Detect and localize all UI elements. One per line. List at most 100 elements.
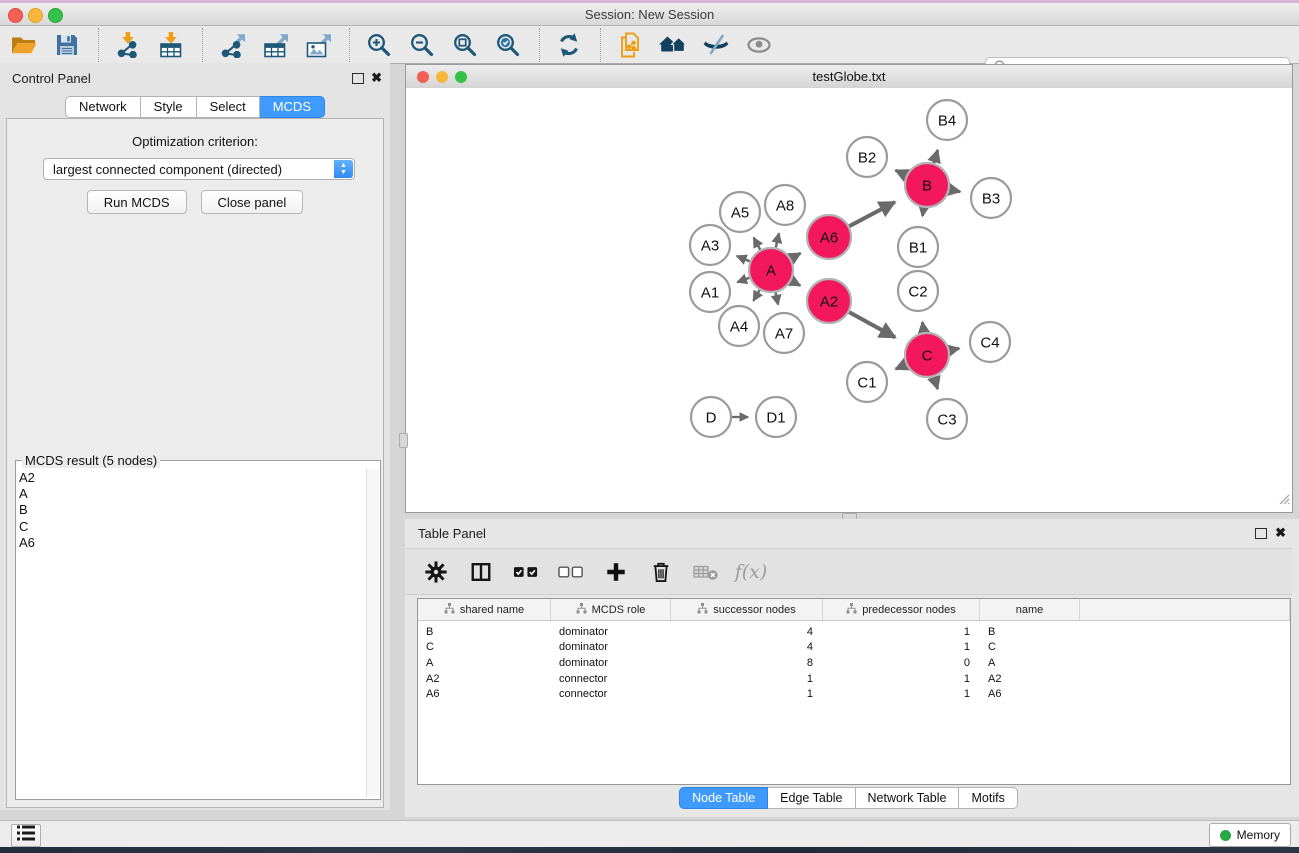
edge-A-A4[interactable] — [753, 290, 759, 301]
refresh-button[interactable] — [549, 29, 589, 61]
hide-show-button[interactable] — [696, 29, 736, 61]
edge-C-C3[interactable] — [934, 377, 938, 389]
edge-A6-B[interactable] — [849, 202, 895, 226]
table-row[interactable]: A6connector11A6 — [418, 686, 1290, 702]
close-panel-button[interactable]: Close panel — [201, 190, 304, 214]
tab-node-table[interactable]: Node Table — [679, 787, 768, 809]
edge-C-C2[interactable] — [922, 322, 923, 332]
checkbox-unchecked-pair-button[interactable] — [558, 557, 584, 587]
edge-A-A5[interactable] — [754, 238, 761, 250]
edge-A-A6[interactable] — [791, 253, 801, 258]
tab-network-table[interactable]: Network Table — [856, 787, 960, 809]
column-header-successor-nodes[interactable]: successor nodes — [671, 599, 823, 620]
cell-predecessor-nodes[interactable]: 1 — [823, 688, 980, 700]
column-header-MCDS-role[interactable]: MCDS role — [551, 599, 671, 620]
cell-successor-nodes[interactable]: 1 — [671, 688, 823, 700]
table-row[interactable]: Bdominator41B — [418, 624, 1290, 640]
column-header-shared-name[interactable]: shared name — [418, 599, 551, 620]
run-mcds-button[interactable]: Run MCDS — [87, 190, 187, 214]
cell-shared-name[interactable]: A2 — [418, 673, 551, 685]
gear-button[interactable] — [423, 557, 449, 587]
table-row[interactable]: A2connector11A2 — [418, 671, 1290, 687]
column-header-predecessor-nodes[interactable]: predecessor nodes — [823, 599, 980, 620]
home-button[interactable] — [653, 29, 693, 61]
cell-shared-name[interactable]: A — [418, 657, 551, 669]
eye-button[interactable] — [739, 29, 779, 61]
cell-predecessor-nodes[interactable]: 1 — [823, 626, 980, 638]
edge-B-B2[interactable] — [896, 170, 907, 175]
task-history-button[interactable] — [11, 824, 41, 847]
mcds-result-item[interactable]: B — [19, 502, 364, 518]
network-window-titlebar[interactable]: testGlobe.txt — [406, 65, 1292, 89]
resize-grip-icon[interactable] — [1276, 491, 1290, 510]
edge-C-C1[interactable] — [896, 364, 906, 369]
edge-B-B3[interactable] — [950, 190, 961, 192]
memory-button[interactable]: Memory — [1209, 823, 1291, 847]
cell-MCDS-role[interactable]: dominator — [551, 657, 671, 669]
cell-name[interactable]: C — [980, 641, 1080, 653]
zoom-in-button[interactable] — [359, 29, 399, 61]
tab-network[interactable]: Network — [65, 96, 141, 118]
cell-predecessor-nodes[interactable]: 0 — [823, 657, 980, 669]
edge-A2-C[interactable] — [849, 312, 895, 337]
cell-name[interactable]: A6 — [980, 688, 1080, 700]
mcds-result-item[interactable]: A2 — [19, 470, 364, 486]
network-canvas[interactable]: B4B2BB3A8A5A6A3B1AA1C2A2A4A7C4CC1C3DD1 — [406, 88, 1292, 512]
result-scrollbar[interactable] — [366, 469, 379, 797]
cell-successor-nodes[interactable]: 4 — [671, 641, 823, 653]
close-panel-icon[interactable]: ✖ — [371, 70, 382, 86]
edge-B-B4[interactable] — [934, 150, 938, 163]
edge-A-A3[interactable] — [737, 256, 750, 261]
tab-style[interactable]: Style — [141, 96, 197, 118]
tab-edge-table[interactable]: Edge Table — [768, 787, 855, 809]
plus-button[interactable] — [603, 557, 629, 587]
tab-select[interactable]: Select — [197, 96, 260, 118]
edge-A-A7[interactable] — [776, 293, 779, 305]
criterion-dropdown[interactable]: largest connected component (directed) ▲… — [43, 158, 355, 180]
app-titlebar[interactable]: Session: New Session — [0, 3, 1299, 26]
edge-B-B1[interactable] — [923, 208, 924, 216]
mcds-result-item[interactable]: C — [19, 519, 364, 535]
close-table-panel-icon[interactable]: ✖ — [1275, 525, 1286, 541]
zoom-selected-button[interactable] — [488, 29, 528, 61]
export-network-button[interactable] — [212, 29, 252, 61]
open-button[interactable] — [4, 29, 44, 61]
tab-motifs[interactable]: Motifs — [959, 787, 1017, 809]
edge-A-A2[interactable] — [791, 281, 800, 286]
cell-shared-name[interactable]: A6 — [418, 688, 551, 700]
cell-shared-name[interactable]: B — [418, 626, 551, 638]
edge-A-A1[interactable] — [737, 278, 749, 282]
cell-shared-name[interactable]: C — [418, 641, 551, 653]
export-table-button[interactable] — [255, 29, 295, 61]
cell-MCDS-role[interactable]: connector — [551, 688, 671, 700]
float-panel-icon[interactable] — [352, 73, 364, 84]
table-row[interactable]: Cdominator41C — [418, 640, 1290, 656]
mcds-result-item[interactable]: A6 — [19, 535, 364, 551]
cell-MCDS-role[interactable]: dominator — [551, 626, 671, 638]
cell-name[interactable]: A2 — [980, 673, 1080, 685]
cell-name[interactable]: A — [980, 657, 1080, 669]
split-view-button[interactable] — [468, 557, 494, 587]
zoom-fit-button[interactable] — [445, 29, 485, 61]
import-network-button[interactable] — [108, 29, 148, 61]
edge-A-A8[interactable] — [776, 233, 779, 247]
trash-button[interactable] — [648, 557, 674, 587]
column-header-name[interactable]: name — [980, 599, 1080, 620]
cell-successor-nodes[interactable]: 8 — [671, 657, 823, 669]
cell-MCDS-role[interactable]: connector — [551, 673, 671, 685]
checkbox-checked-pair-button[interactable] — [513, 557, 539, 587]
cell-name[interactable]: B — [980, 626, 1080, 638]
cell-MCDS-role[interactable]: dominator — [551, 641, 671, 653]
mcds-result-item[interactable]: A — [19, 486, 364, 502]
cell-predecessor-nodes[interactable]: 1 — [823, 673, 980, 685]
clone-network-button[interactable] — [610, 29, 650, 61]
vertical-splitter-handle[interactable] — [399, 433, 408, 448]
edge-C-C4[interactable] — [950, 348, 960, 350]
float-table-panel-icon[interactable] — [1255, 528, 1267, 539]
tab-mcds[interactable]: MCDS — [260, 96, 325, 118]
cell-predecessor-nodes[interactable]: 1 — [823, 641, 980, 653]
cell-successor-nodes[interactable]: 4 — [671, 626, 823, 638]
save-button[interactable] — [47, 29, 87, 61]
import-table-button[interactable] — [151, 29, 191, 61]
zoom-out-button[interactable] — [402, 29, 442, 61]
